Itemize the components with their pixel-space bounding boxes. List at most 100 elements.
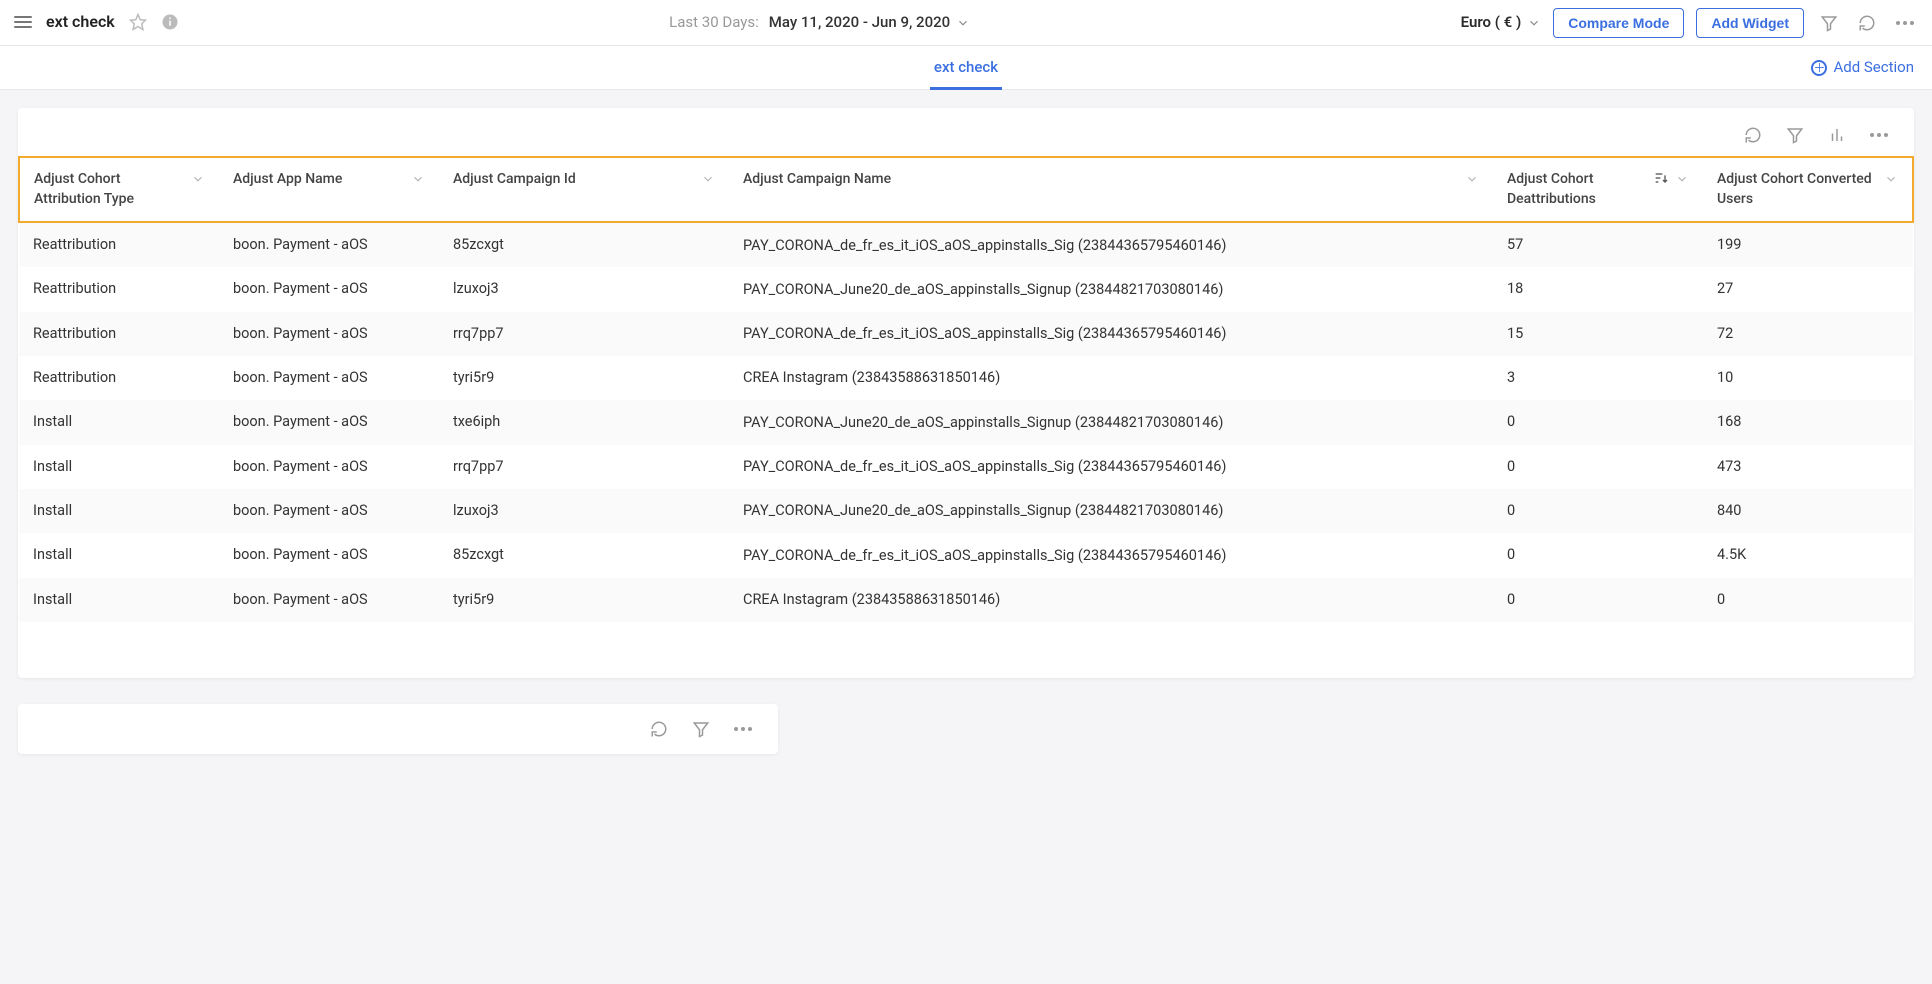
date-range-picker[interactable]: Last 30 Days: May 11, 2020 - Jun 9, 2020 [179, 12, 1461, 33]
table-cell: rrq7pp7 [439, 445, 729, 489]
table-cell: 72 [1703, 312, 1913, 356]
table-row[interactable]: Reattributionboon. Payment - aOSrrq7pp7P… [19, 312, 1913, 356]
filter-icon[interactable] [1782, 122, 1808, 148]
info-icon[interactable] [161, 13, 179, 31]
add-widget-button[interactable]: Add Widget [1696, 8, 1804, 38]
currency-label: Euro ( € ) [1461, 12, 1522, 33]
table-cell: boon. Payment - aOS [219, 222, 439, 267]
add-section-button[interactable]: ＋ Add Section [1811, 57, 1914, 78]
table-cell: PAY_CORONA_June20_de_aOS_appinstalls_Sig… [729, 400, 1493, 444]
table-cell: 10 [1703, 356, 1913, 400]
table-row[interactable]: Installboon. Payment - aOSrrq7pp7PAY_COR… [19, 445, 1913, 489]
column-header[interactable]: Adjust Cohort Attribution Type [19, 157, 219, 222]
table-cell: CREA Instagram (23843588631850146) [729, 356, 1493, 400]
column-header[interactable]: Adjust Campaign Id [439, 157, 729, 222]
table-cell: 15 [1493, 312, 1703, 356]
table-cell: lzuxoj3 [439, 489, 729, 533]
column-header[interactable]: Adjust Cohort Converted Users [1703, 157, 1913, 222]
table-cell: Reattribution [19, 222, 219, 267]
table-cell: rrq7pp7 [439, 312, 729, 356]
refresh-icon[interactable] [646, 716, 672, 742]
chevron-down-icon [1527, 16, 1541, 30]
refresh-icon[interactable] [1854, 10, 1880, 36]
tab-ext-check[interactable]: ext check [930, 46, 1002, 90]
star-icon[interactable] [129, 13, 147, 31]
filter-icon[interactable] [688, 716, 714, 742]
table-cell: 840 [1703, 489, 1913, 533]
table-cell: boon. Payment - aOS [219, 312, 439, 356]
table-cell: 85zcxgt [439, 533, 729, 577]
more-icon[interactable] [1892, 17, 1918, 29]
table-cell: PAY_CORONA_de_fr_es_it_iOS_aOS_appinstal… [729, 222, 1493, 267]
table-cell: PAY_CORONA_de_fr_es_it_iOS_aOS_appinstal… [729, 312, 1493, 356]
table-cell: boon. Payment - aOS [219, 489, 439, 533]
table-cell: PAY_CORONA_June20_de_aOS_appinstalls_Sig… [729, 489, 1493, 533]
add-section-label: Add Section [1833, 57, 1914, 78]
bar-chart-icon[interactable] [1824, 122, 1850, 148]
filter-icon[interactable] [1816, 10, 1842, 36]
chevron-down-icon [411, 172, 425, 186]
sub-bar: ext check ＋ Add Section [0, 46, 1932, 90]
table-cell: 18 [1493, 267, 1703, 311]
chevron-down-icon [191, 172, 205, 186]
table-cell: 0 [1493, 445, 1703, 489]
table-cell: 0 [1493, 578, 1703, 622]
table-cell: Install [19, 400, 219, 444]
chevron-down-icon [1884, 172, 1898, 186]
column-label: Adjust Campaign Name [743, 170, 897, 190]
table-cell: 85zcxgt [439, 222, 729, 267]
chevron-down-icon [701, 172, 715, 186]
column-header[interactable]: Adjust Campaign Name [729, 157, 1493, 222]
table-row[interactable]: Installboon. Payment - aOS85zcxgtPAY_COR… [19, 533, 1913, 577]
table-cell: Install [19, 489, 219, 533]
table-row[interactable]: Installboon. Payment - aOSlzuxoj3PAY_COR… [19, 489, 1913, 533]
page-title: ext check [46, 11, 115, 33]
plus-circle-icon: ＋ [1811, 60, 1827, 76]
table-cell: boon. Payment - aOS [219, 400, 439, 444]
table-cell: 473 [1703, 445, 1913, 489]
table-row[interactable]: Installboon. Payment - aOStxe6iphPAY_COR… [19, 400, 1913, 444]
chevron-down-icon [1675, 172, 1689, 186]
table-cell: boon. Payment - aOS [219, 267, 439, 311]
table-row[interactable]: Reattributionboon. Payment - aOSlzuxoj3P… [19, 267, 1913, 311]
table-cell: Install [19, 533, 219, 577]
column-label: Adjust App Name [233, 170, 348, 190]
table-cell: boon. Payment - aOS [219, 445, 439, 489]
table-cell: 199 [1703, 222, 1913, 267]
top-bar: ext check Last 30 Days: May 11, 2020 - J… [0, 0, 1932, 46]
table-cell: txe6iph [439, 400, 729, 444]
table-cell: tyri5r9 [439, 578, 729, 622]
table-cell: boon. Payment - aOS [219, 356, 439, 400]
currency-selector[interactable]: Euro ( € ) [1461, 12, 1542, 33]
column-header[interactable]: Adjust Cohort Deattributions [1493, 157, 1703, 222]
compare-mode-button[interactable]: Compare Mode [1553, 8, 1684, 38]
table-cell: 27 [1703, 267, 1913, 311]
table-row[interactable]: Reattributionboon. Payment - aOStyri5r9C… [19, 356, 1913, 400]
table-cell: Reattribution [19, 267, 219, 311]
table-cell: 0 [1493, 489, 1703, 533]
refresh-icon[interactable] [1740, 122, 1766, 148]
chevron-down-icon [956, 16, 970, 30]
table-cell: 57 [1493, 222, 1703, 267]
data-card: Adjust Cohort Attribution Type Adjust App… [18, 108, 1914, 678]
table-cell: 3 [1493, 356, 1703, 400]
table-cell: 168 [1703, 400, 1913, 444]
table-cell: boon. Payment - aOS [219, 533, 439, 577]
table-cell: tyri5r9 [439, 356, 729, 400]
table-cell: Reattribution [19, 312, 219, 356]
table-cell: CREA Instagram (23843588631850146) [729, 578, 1493, 622]
table-row[interactable]: Reattributionboon. Payment - aOS85zcxgtP… [19, 222, 1913, 267]
table-row[interactable]: Installboon. Payment - aOStyri5r9CREA In… [19, 578, 1913, 622]
column-header[interactable]: Adjust App Name [219, 157, 439, 222]
table-cell: PAY_CORONA_de_fr_es_it_iOS_aOS_appinstal… [729, 445, 1493, 489]
table-cell: 4.5K [1703, 533, 1913, 577]
table-cell: PAY_CORONA_de_fr_es_it_iOS_aOS_appinstal… [729, 533, 1493, 577]
menu-icon[interactable] [14, 16, 32, 28]
more-icon[interactable] [730, 716, 756, 742]
column-label: Adjust Cohort Deattributions [1507, 170, 1647, 209]
table-cell: 0 [1493, 533, 1703, 577]
more-icon[interactable] [1866, 122, 1892, 148]
table-cell: Install [19, 578, 219, 622]
table-cell: PAY_CORONA_June20_de_aOS_appinstalls_Sig… [729, 267, 1493, 311]
column-label: Adjust Cohort Attribution Type [34, 170, 185, 209]
